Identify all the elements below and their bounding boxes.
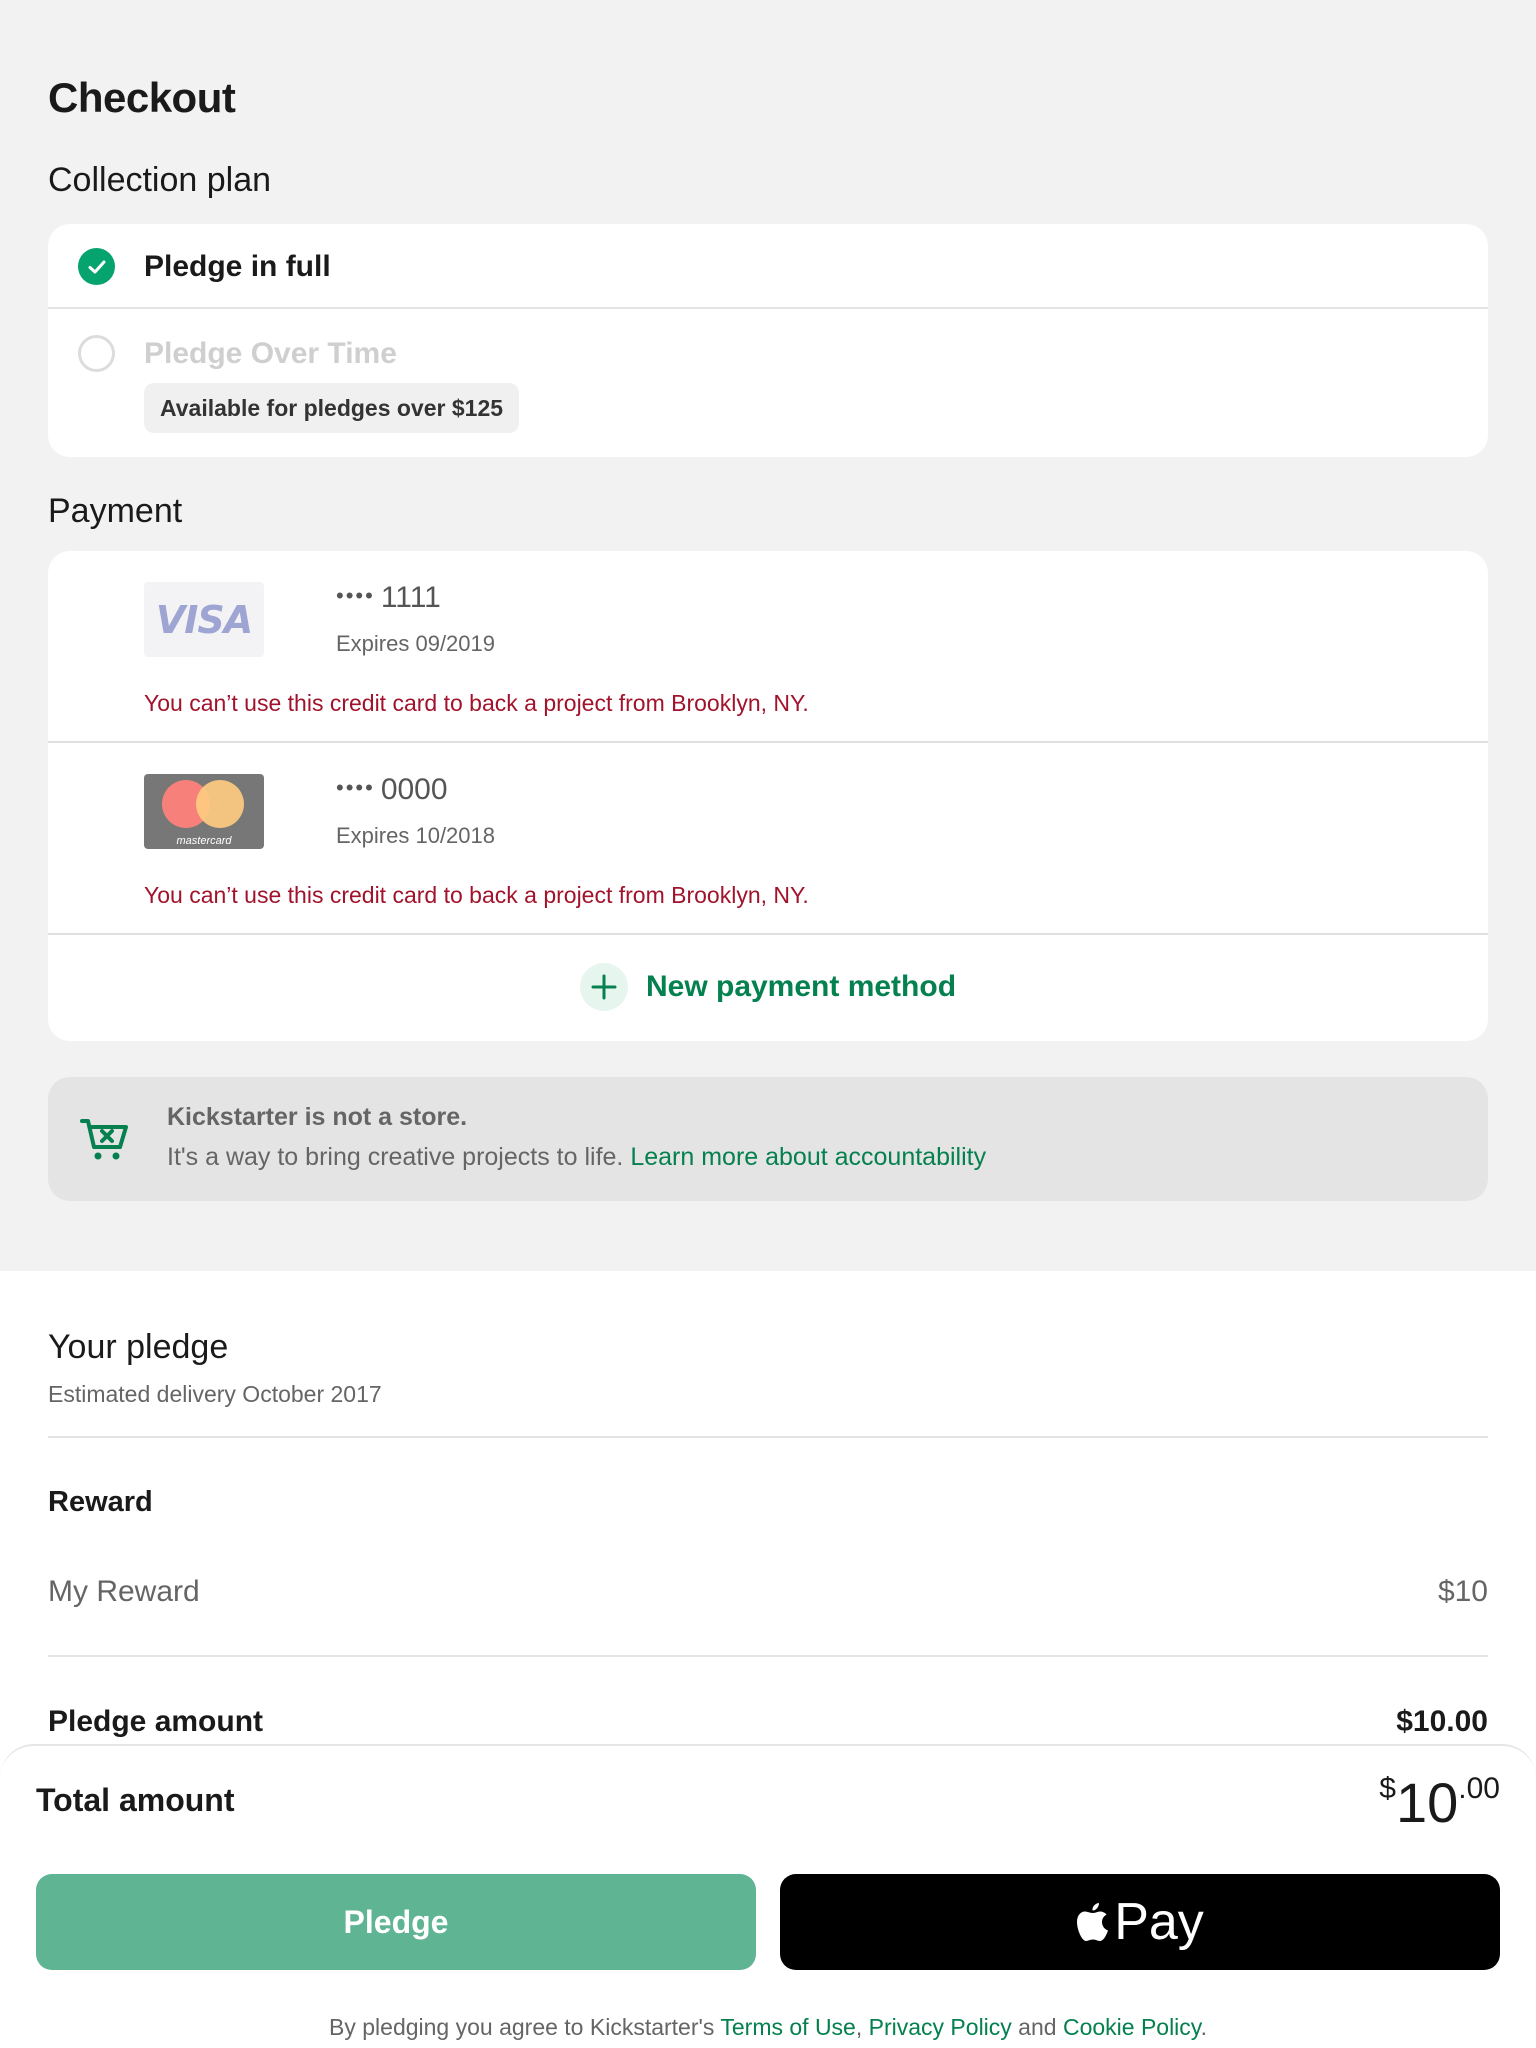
accountability-link[interactable]: Learn more about accountability [630, 1143, 986, 1171]
payment-card: VISA •••• 1111 Expires 09/2019 You can’t … [48, 551, 1488, 1041]
notice-text: It's a way to bring creative projects to… [167, 1143, 624, 1171]
notice-body: It's a way to bring creative projects to… [167, 1143, 986, 1172]
notice-title: Kickstarter is not a store. [167, 1103, 468, 1131]
card-expiry: Expires 10/2018 [336, 823, 495, 848]
reward-row: My Reward $10 [48, 1575, 1488, 1609]
reward-heading: Reward [48, 1486, 153, 1518]
legal-text: By pledging you agree to Kickstarter's T… [36, 2014, 1500, 2041]
pledge-amount-label: Pledge amount [48, 1705, 264, 1738]
divider [48, 1655, 1488, 1657]
card-error: You can’t use this credit card to back a… [144, 882, 809, 908]
checkout-content: Checkout Collection plan Pledge in full … [0, 0, 1536, 1201]
your-pledge-title: Your pledge [48, 1328, 229, 1366]
card-last4: 1111 [380, 581, 441, 614]
radio-unchecked-icon [78, 335, 115, 372]
total-currency: $ [1379, 1772, 1396, 1805]
card-number-mask: •••• [336, 583, 375, 608]
divider [48, 1436, 1488, 1438]
plus-icon [579, 963, 628, 1011]
privacy-link[interactable]: Privacy Policy [869, 2014, 1012, 2040]
apple-pay-button[interactable]: Pay [780, 1874, 1500, 1970]
card-number-mask: •••• [336, 775, 375, 800]
radio-checked-icon[interactable] [78, 248, 115, 285]
legal-prefix: By pledging you agree to Kickstarter's [329, 2014, 721, 2040]
reward-name: My Reward [48, 1575, 200, 1608]
legal-comma: , [855, 2014, 869, 2040]
payment-method-mastercard[interactable]: mastercard •••• 0000 Expires 10/2018 You … [48, 743, 1488, 935]
checkout-footer: Total amount $10.00 Pledge Pay By pledgi… [0, 1744, 1536, 2048]
legal-period: . [1200, 2014, 1207, 2040]
new-payment-method-label: New payment method [645, 970, 957, 1003]
card-brand: mastercard [176, 835, 232, 847]
collection-plan-card: Pledge in full Pledge Over Time Availabl… [48, 224, 1488, 457]
payment-title: Payment [48, 492, 183, 530]
plan-option-label: Pledge Over Time [144, 337, 397, 370]
collection-plan-title: Collection plan [48, 161, 272, 199]
total-amount-label: Total amount [36, 1782, 235, 1818]
plan-availability-badge: Available for pledges over $125 [144, 383, 520, 433]
not-a-store-notice: Kickstarter is not a store. It's a way t… [48, 1077, 1488, 1201]
action-buttons: Pledge Pay [36, 1874, 1500, 1970]
page-title: Checkout [48, 74, 236, 121]
legal-and: and [1011, 2014, 1063, 2040]
visa-logo-icon: VISA [144, 582, 264, 657]
card-number: •••• 1111 [336, 581, 441, 615]
pledge-amount-value: $10.00 [1396, 1705, 1488, 1738]
estimated-delivery: Estimated delivery October 2017 [48, 1381, 382, 1407]
card-expiry: Expires 09/2019 [336, 631, 495, 656]
reward-price: $10 [1437, 1575, 1488, 1608]
apple-pay-mark: Pay [1076, 1892, 1204, 1952]
card-error: You can’t use this credit card to back a… [144, 690, 809, 716]
terms-link[interactable]: Terms of Use [720, 2014, 855, 2040]
plan-option-over-time: Pledge Over Time Available for pledges o… [48, 309, 1488, 455]
new-payment-method-button[interactable]: New payment method [48, 935, 1488, 1039]
total-amount-value: $10.00 [1379, 1770, 1500, 1835]
mastercard-logo-icon: mastercard [144, 774, 264, 849]
card-brand: VISA [155, 597, 253, 642]
plan-option-full[interactable]: Pledge in full [48, 224, 1488, 309]
card-number: •••• 0000 [336, 773, 448, 807]
cookie-link[interactable]: Cookie Policy [1063, 2014, 1201, 2040]
pledge-button[interactable]: Pledge [36, 1874, 756, 1970]
total-cents: .00 [1458, 1772, 1500, 1805]
apple-pay-label: Pay [1114, 1893, 1204, 1951]
cart-icon [80, 1117, 130, 1168]
plan-option-label: Pledge in full [144, 250, 331, 283]
payment-method-visa[interactable]: VISA •••• 1111 Expires 09/2019 You can’t … [48, 551, 1488, 743]
apple-logo-icon [1077, 1903, 1109, 1941]
total-whole: 10 [1395, 1771, 1459, 1834]
card-last4: 0000 [380, 773, 448, 806]
pledge-amount-row: Pledge amount $10.00 [48, 1705, 1488, 1739]
total-row: Total amount $10.00 [36, 1746, 1500, 1856]
